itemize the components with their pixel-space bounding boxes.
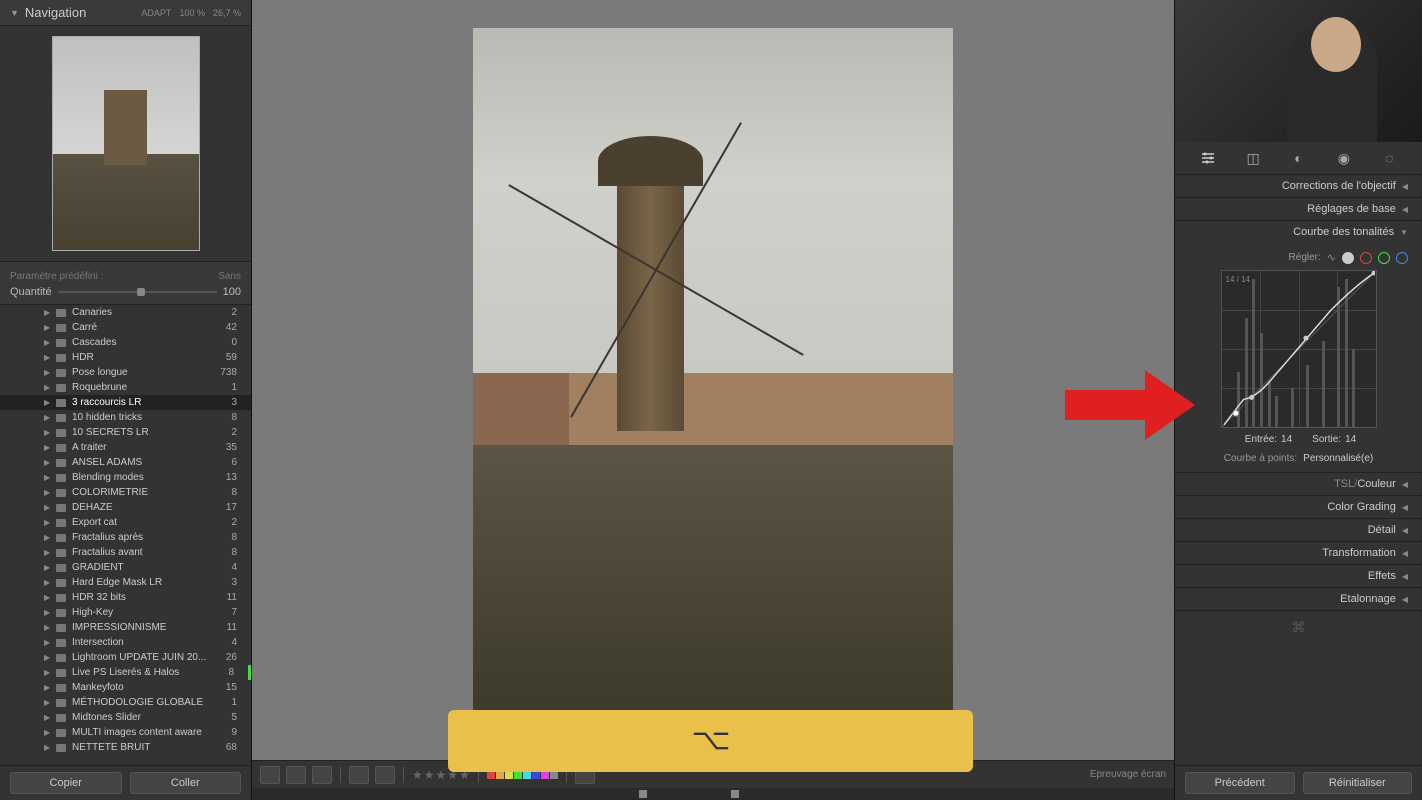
folder-item[interactable]: ▶Canaries2 [0,305,251,320]
folder-item[interactable]: ▶High-Key7 [0,605,251,620]
quantity-slider[interactable] [58,291,217,293]
folder-item[interactable]: ▶Hard Edge Mask LR3 [0,575,251,590]
folder-item[interactable]: ▶HDR59 [0,350,251,365]
nav-title: Navigation [25,5,142,20]
view-mode-icon[interactable] [260,766,280,784]
edit-icon[interactable] [1198,150,1218,166]
panel-tsl[interactable]: TSL/Couleur◀ [1175,473,1422,495]
folder-item[interactable]: ▶A traiter35 [0,440,251,455]
nav-adapt[interactable]: ADAPT [141,8,171,18]
preset-label: Paramètre prédéfini : [10,271,103,282]
soft-proof-label[interactable]: Epreuvage écran [1090,769,1166,780]
option-key-icon [691,721,731,761]
channel-green[interactable] [1378,252,1390,264]
folder-item[interactable]: ▶NETTETE BRUIT68 [0,740,251,755]
folder-item[interactable]: ▶Export cat2 [0,515,251,530]
folder-item[interactable]: ▶Pose longue738 [0,365,251,380]
curve-in-val: 14 [1281,434,1292,445]
edit-tool-tabs: ◫ ◐ ◉ ◌ [1175,142,1422,175]
heal-icon[interactable]: ◐ [1288,150,1308,166]
panel-lens[interactable]: Corrections de l'objectif◀ [1175,175,1422,197]
folder-item[interactable]: ▶10 hidden tricks8 [0,410,251,425]
panel-grading[interactable]: Color Grading◀ [1175,496,1422,518]
center-area: ★★★★★ Epreuvage écran [252,0,1174,800]
folder-item[interactable]: ▶GRADIENT4 [0,560,251,575]
curve-out-label: Sortie: [1312,434,1341,445]
left-panel: ▼ Navigation ADAPT 100 % 26,7 % Paramètr… [0,0,252,800]
copy-button[interactable]: Copier [10,772,122,794]
navigator-thumbnail[interactable] [0,26,251,261]
compare-icon[interactable] [286,766,306,784]
folder-item[interactable]: ▶10 SECRETS LR2 [0,425,251,440]
preset-section: Paramètre prédéfini : Sans Quantité 100 [0,261,251,305]
flag-reject-icon[interactable] [375,766,395,784]
folder-item[interactable]: ▶Roquebrune1 [0,380,251,395]
panel-end-ornament: ⌘ [1175,611,1422,644]
folder-item[interactable]: ▶Blending modes13 [0,470,251,485]
point-curve-label: Courbe à points: [1224,453,1297,464]
main-photo [473,28,953,748]
folder-item[interactable]: ▶Midtones Slider5 [0,710,251,725]
panel-calib[interactable]: Etalonnage◀ [1175,588,1422,610]
crop-icon[interactable]: ◫ [1243,150,1263,166]
channel-red[interactable] [1360,252,1372,264]
redeye-icon[interactable]: ◉ [1334,150,1354,166]
nav-zoom-267[interactable]: 26,7 % [213,8,241,18]
reset-button[interactable]: Réinitialiser [1303,772,1413,794]
folder-item[interactable]: ▶Mankeyfoto15 [0,680,251,695]
curve-in-label: Entrée: [1245,434,1277,445]
image-viewport[interactable] [252,0,1174,760]
panel-transform[interactable]: Transformation◀ [1175,542,1422,564]
folder-item[interactable]: ▶Fractalius après8 [0,530,251,545]
channel-blue[interactable] [1396,252,1408,264]
panel-detail[interactable]: Détail◀ [1175,519,1422,541]
channel-all[interactable] [1342,252,1354,264]
red-arrow-annotation [1065,370,1195,443]
folder-item[interactable]: ▶HDR 32 bits11 [0,590,251,605]
panel-effects[interactable]: Effets◀ [1175,565,1422,587]
curve-parametric-icon[interactable]: ∿ [1327,251,1336,264]
folder-item[interactable]: ▶Live PS Liserés & Halos8 [0,665,251,680]
folder-item[interactable]: ▶IMPRESSIONNISME11 [0,620,251,635]
quantity-label: Quantité [10,286,52,298]
preset-value[interactable]: Sans [218,271,241,282]
folder-item[interactable]: ▶DEHAZE17 [0,500,251,515]
webcam-overlay [1175,0,1422,142]
curve-out-val: 14 [1345,434,1356,445]
folder-item[interactable]: ▶MÉTHODOLOGIE GLOBALE1 [0,695,251,710]
folder-item[interactable]: ▶Intersection4 [0,635,251,650]
curve-adjust-label: Régler: [1289,252,1321,263]
paste-button[interactable]: Coller [130,772,242,794]
panel-curve[interactable]: Courbe des tonalités▼ [1175,221,1422,243]
filmstrip-slider[interactable] [252,788,1174,800]
survey-icon[interactable] [312,766,332,784]
panel-basic[interactable]: Réglages de base◀ [1175,198,1422,220]
right-panel: ◫ ◐ ◉ ◌ Corrections de l'objectif◀ Régla… [1174,0,1422,800]
curve-coord: 14 / 14 [1226,275,1250,284]
folder-item[interactable]: ▶3 raccourcis LR3 [0,395,251,410]
keypress-overlay [448,710,973,772]
folder-list[interactable]: ▶Canaries2▶Carré42▶Cascades0▶HDR59▶Pose … [0,305,251,765]
folder-item[interactable]: ▶MULTI images content aware9 [0,725,251,740]
folder-item[interactable]: ▶COLORIMETRIE8 [0,485,251,500]
nav-zoom-100[interactable]: 100 % [179,8,205,18]
navigation-header: ▼ Navigation ADAPT 100 % 26,7 % [0,0,251,26]
folder-item[interactable]: ▶Carré42 [0,320,251,335]
tone-curve-editor[interactable]: 14 / 14 [1221,270,1377,428]
folder-item[interactable]: ▶Lightroom UPDATE JUIN 20...26 [0,650,251,665]
folder-item[interactable]: ▶Fractalius avant8 [0,545,251,560]
previous-button[interactable]: Précédent [1185,772,1295,794]
collapse-icon[interactable]: ▼ [10,8,19,18]
point-curve-value[interactable]: Personnalisé(e) [1303,453,1373,464]
mask-icon[interactable]: ◌ [1379,150,1399,166]
quantity-value: 100 [223,286,241,298]
flag-pick-icon[interactable] [349,766,369,784]
folder-item[interactable]: ▶ANSEL ADAMS6 [0,455,251,470]
folder-item[interactable]: ▶Cascades0 [0,335,251,350]
